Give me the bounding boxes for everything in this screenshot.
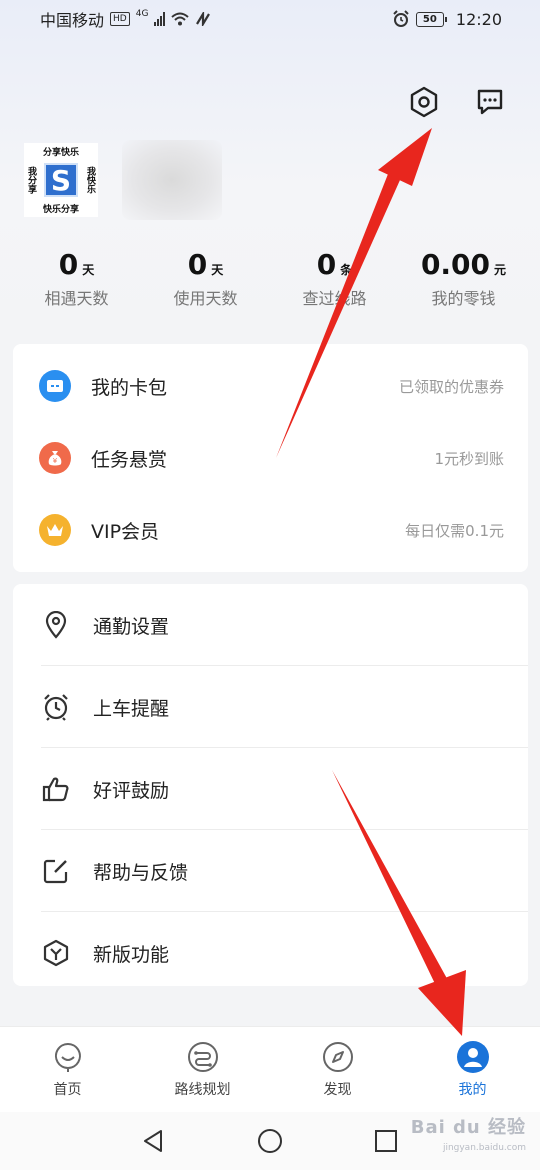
menu-item-hint: 每日仅需0.1元 <box>405 521 504 540</box>
compass-icon <box>321 1040 355 1074</box>
alarm-clock-icon <box>41 692 71 722</box>
stat-value: 0 <box>187 248 208 281</box>
tab-label: 路线规划 <box>174 1082 231 1098</box>
menu-item-help-feedback[interactable]: 帮助与反馈 <box>13 830 528 912</box>
tab-label: 首页 <box>53 1082 82 1098</box>
watermark-main: Bai du 经验 <box>410 1117 526 1138</box>
logo-text-left: 我分享 <box>26 166 36 194</box>
stat-use-days[interactable]: 0天 使用天数 <box>141 248 270 309</box>
crown-icon <box>39 514 71 546</box>
status-left: 中国移动 HD 4G <box>40 7 211 31</box>
stat-unit: 天 <box>82 263 95 277</box>
menu-item-commute-settings[interactable]: 通勤设置 <box>13 584 528 666</box>
menu-item-rate-us[interactable]: 好评鼓励 <box>13 748 528 830</box>
nfc-icon <box>196 12 211 26</box>
profile-icon <box>456 1040 490 1074</box>
stat-routes-checked[interactable]: 0条 查过线路 <box>270 248 399 309</box>
benefits-card: 我的卡包 已领取的优惠券 ¥ 任务悬赏 1元秒到账 VIP会员 每日仅需0.1元 <box>13 344 528 572</box>
stat-unit: 天 <box>211 263 224 277</box>
blurred-username[interactable] <box>122 140 222 220</box>
tab-mine[interactable]: 我的 <box>408 1040 538 1099</box>
header-actions <box>406 84 508 120</box>
stat-meet-days[interactable]: 0天 相遇天数 <box>12 248 141 309</box>
network-type: 4G <box>135 9 149 19</box>
edit-feedback-icon <box>41 856 71 886</box>
tab-label: 发现 <box>323 1082 352 1098</box>
menu-item-hint: 1元秒到账 <box>434 449 504 468</box>
status-bar: 中国移动 HD 4G 50 12:20 <box>0 0 540 38</box>
location-pin-icon <box>41 610 71 640</box>
profile-section: 分享快乐 我分享 S 我快乐 快乐分享 <box>24 140 222 220</box>
money-bag-icon: ¥ <box>39 442 71 474</box>
stat-label: 相遇天数 <box>44 289 109 308</box>
message-icon[interactable] <box>472 84 508 120</box>
tab-discover[interactable]: 发现 <box>273 1040 403 1099</box>
recents-square-icon[interactable] <box>369 1124 403 1158</box>
menu-item-label: 上车提醒 <box>93 697 170 720</box>
new-feature-icon <box>41 938 71 968</box>
hd-badge: HD <box>110 12 130 26</box>
menu-item-card-wallet[interactable]: 我的卡包 已领取的优惠券 <box>13 350 528 422</box>
logo-letter: S <box>44 163 78 197</box>
card-wallet-icon <box>39 370 71 402</box>
clock-time: 12:20 <box>455 9 502 29</box>
settings-hex-icon[interactable] <box>406 84 442 120</box>
stat-value: 0 <box>316 248 337 281</box>
tab-home[interactable]: 首页 <box>3 1040 133 1099</box>
menu-item-label: 帮助与反馈 <box>93 861 189 884</box>
carrier-name: 中国移动 <box>40 11 105 30</box>
stat-unit: 条 <box>340 263 353 277</box>
battery-icon: 50 <box>415 11 447 27</box>
menu-item-hint: 已领取的优惠券 <box>398 377 504 396</box>
alarm-status-icon <box>393 10 409 27</box>
watermark-sub: jingyan.baidu.com <box>442 1143 526 1153</box>
stat-value: 0 <box>58 248 79 281</box>
menu-item-vip[interactable]: VIP会员 每日仅需0.1元 <box>13 494 528 566</box>
settings-card: 通勤设置 上车提醒 好评鼓励 帮助与反馈 新版功能 <box>13 584 528 986</box>
menu-item-label: 通勤设置 <box>93 615 170 638</box>
stat-unit: 元 <box>494 263 507 277</box>
home-circle-icon[interactable] <box>253 1124 287 1158</box>
avatar[interactable]: 分享快乐 我分享 S 我快乐 快乐分享 <box>24 143 98 217</box>
menu-item-new-features[interactable]: 新版功能 <box>13 912 528 994</box>
logo-text-right: 我快乐 <box>85 166 95 194</box>
tab-route-planning[interactable]: 路线规划 <box>138 1040 268 1099</box>
stat-label: 使用天数 <box>173 289 238 308</box>
stat-label: 我的零钱 <box>431 289 496 308</box>
watermark: Bai du 经验 jingyan.baidu.com <box>411 1118 526 1158</box>
menu-item-label: 任务悬赏 <box>91 448 168 471</box>
route-icon <box>186 1040 220 1074</box>
thumbs-up-icon <box>41 774 71 804</box>
menu-item-boarding-reminder[interactable]: 上车提醒 <box>13 666 528 748</box>
bottom-tab-bar: 首页 路线规划 发现 我的 <box>0 1026 540 1112</box>
menu-item-label: VIP会员 <box>91 520 160 543</box>
svg-text:¥: ¥ <box>53 457 58 465</box>
menu-item-label: 好评鼓励 <box>93 779 170 802</box>
stat-value: 0.00 <box>420 248 491 281</box>
home-smile-icon <box>51 1040 85 1074</box>
menu-item-label: 我的卡包 <box>91 376 168 399</box>
tab-label: 我的 <box>458 1082 487 1098</box>
status-right: 50 12:20 <box>392 10 502 29</box>
stat-label: 查过线路 <box>302 289 367 308</box>
menu-item-label: 新版功能 <box>93 943 170 966</box>
signal-icon <box>154 12 166 26</box>
logo-text-top: 分享快乐 <box>42 148 80 158</box>
logo-text-bottom: 快乐分享 <box>42 205 80 215</box>
stat-wallet[interactable]: 0.00 元 我的零钱 <box>399 248 528 309</box>
wifi-icon <box>171 12 190 26</box>
menu-item-task-reward[interactable]: ¥ 任务悬赏 1元秒到账 <box>13 422 528 494</box>
back-icon[interactable] <box>137 1124 171 1158</box>
stats-row: 0天 相遇天数 0天 使用天数 0条 查过线路 0.00 元 我的零钱 <box>12 248 528 309</box>
